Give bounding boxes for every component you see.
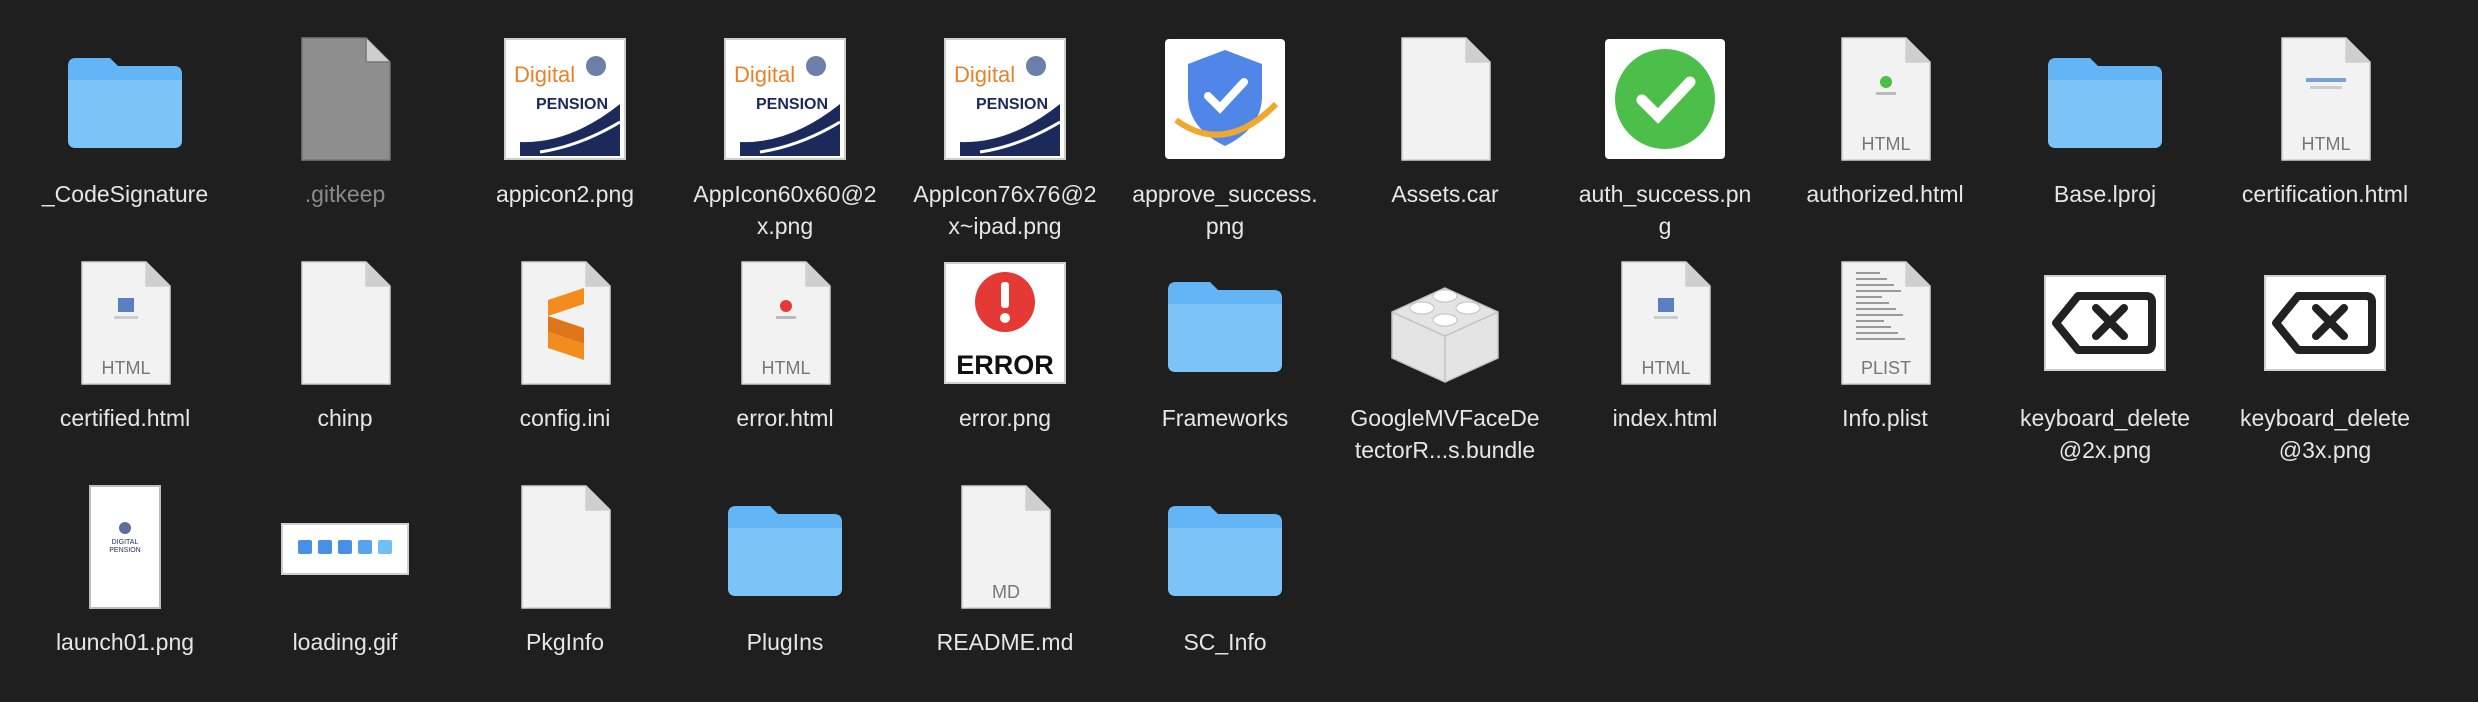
file-item-label: .gitkeep <box>304 181 386 207</box>
icon-caption: HTML <box>102 358 151 378</box>
icon-caption: ERROR <box>956 350 1054 380</box>
file-item[interactable]: .gitkeep <box>240 8 450 228</box>
file-item-label: SC_Info <box>1183 629 1267 655</box>
file-item[interactable]: Base.lproj <box>2000 8 2210 228</box>
file-item[interactable]: HTML certified.html <box>20 232 230 452</box>
file-item-label: Frameworks <box>1161 405 1289 431</box>
file-item[interactable]: config.ini <box>460 232 670 452</box>
file-item[interactable]: DIGITAL PENSION launch01.png <box>20 456 230 676</box>
file-item[interactable]: GoogleMVFaceDe tectorR...s.bundle <box>1340 232 1550 463</box>
file-item-label: launch01.png <box>55 629 195 655</box>
file-item-label: error.html <box>736 405 834 431</box>
document-icon <box>1380 34 1510 164</box>
file-item[interactable]: Digital PENSION AppIcon60x60@2 x.png <box>680 8 890 239</box>
document-icon <box>280 258 410 388</box>
digital-pension-logo-icon: Digital PENSION <box>500 34 630 164</box>
html-file-icon: HTML <box>1600 258 1730 388</box>
file-item[interactable]: loading.gif <box>240 456 450 676</box>
keyboard-delete-icon <box>2040 258 2170 388</box>
loading-dots-icon <box>280 482 410 612</box>
icon-caption: Digital <box>954 62 1015 87</box>
file-item[interactable]: HTML index.html <box>1560 232 1770 452</box>
file-item[interactable]: chinp <box>240 232 450 452</box>
file-item[interactable]: SC_Info <box>1120 456 1330 676</box>
file-item[interactable]: Digital PENSION appicon2.png <box>460 8 670 228</box>
file-item-label: _CodeSignature <box>41 181 209 207</box>
folder-icon <box>1160 258 1290 388</box>
file-item[interactable]: PLIST Info.plist <box>1780 232 1990 452</box>
icon-caption: HTML <box>762 358 811 378</box>
file-item-label: keyboard_delete @3x.png <box>2239 405 2411 463</box>
file-item-label: appicon2.png <box>495 181 635 207</box>
icon-caption: Digital <box>514 62 575 87</box>
file-item[interactable]: keyboard_delete @2x.png <box>2000 232 2210 463</box>
file-item[interactable]: HTML error.html <box>680 232 890 452</box>
launch-screen-icon: DIGITAL PENSION <box>60 482 190 612</box>
document-icon <box>500 482 630 612</box>
file-item-label: GoogleMVFaceDe tectorR...s.bundle <box>1350 405 1540 463</box>
file-item[interactable]: MD README.md <box>900 456 1110 676</box>
file-item[interactable]: _CodeSignature <box>20 8 230 228</box>
error-image-icon: ERROR <box>940 258 1070 388</box>
file-item-label: authorized.html <box>1806 181 1964 207</box>
folder-icon <box>2040 34 2170 164</box>
html-file-icon: HTML <box>60 258 190 388</box>
icon-caption: HTML <box>1862 134 1911 154</box>
file-item-label: Assets.car <box>1391 181 1499 207</box>
file-item-label: loading.gif <box>292 629 398 655</box>
icon-caption: Digital <box>734 62 795 87</box>
file-item-label: error.png <box>958 405 1052 431</box>
file-item[interactable]: HTML certification.html <box>2220 8 2430 228</box>
folder-icon <box>1160 482 1290 612</box>
file-item[interactable]: PkgInfo <box>460 456 670 676</box>
icon-caption: HTML <box>2302 134 2351 154</box>
file-item-label: Info.plist <box>1842 405 1928 431</box>
icon-caption: DIGITAL <box>112 539 139 546</box>
file-item-label: keyboard_delete @2x.png <box>2019 405 2191 463</box>
icon-caption: PLIST <box>1861 358 1911 378</box>
bundle-lego-icon <box>1380 258 1510 388</box>
markdown-file-icon: MD <box>940 482 1070 612</box>
html-file-icon: HTML <box>1820 34 1950 164</box>
shield-check-icon <box>1160 34 1290 164</box>
finder-icon-grid: _CodeSignature .gitkeep Digital PENSION … <box>0 0 2478 702</box>
icon-caption: HTML <box>1642 358 1691 378</box>
file-item[interactable]: PlugIns <box>680 456 890 676</box>
file-item[interactable]: Frameworks <box>1120 232 1330 452</box>
file-item[interactable]: HTML authorized.html <box>1780 8 1990 228</box>
file-item-label: PlugIns <box>746 629 824 655</box>
file-item[interactable]: approve_success. png <box>1120 8 1330 239</box>
file-item-label: certification.html <box>2241 181 2409 207</box>
file-item[interactable]: auth_success.pn g <box>1560 8 1770 239</box>
file-item[interactable]: ERROR error.png <box>900 232 1110 452</box>
icon-caption: PENSION <box>756 96 828 113</box>
html-file-icon: HTML <box>2260 34 2390 164</box>
green-checkmark-icon <box>1600 34 1730 164</box>
file-item-label: chinp <box>317 405 373 431</box>
file-item-label: certified.html <box>59 405 191 431</box>
file-item-label: index.html <box>1612 405 1718 431</box>
plist-file-icon: PLIST <box>1820 258 1950 388</box>
icon-caption: MD <box>992 582 1020 602</box>
file-item-label: README.md <box>936 629 1074 655</box>
html-file-icon: HTML <box>720 258 850 388</box>
file-item[interactable]: Digital PENSION AppIcon76x76@2 x~ipad.pn… <box>900 8 1110 239</box>
sublime-text-icon <box>500 258 630 388</box>
keyboard-delete-icon <box>2260 258 2390 388</box>
file-item-label: Base.lproj <box>2053 181 2157 207</box>
digital-pension-logo-icon: Digital PENSION <box>720 34 850 164</box>
hidden-file-icon <box>280 34 410 164</box>
file-item-label: config.ini <box>519 405 611 431</box>
folder-icon <box>720 482 850 612</box>
icon-caption: PENSION <box>536 96 608 113</box>
file-item[interactable]: Assets.car <box>1340 8 1550 228</box>
icon-caption: PENSION <box>109 547 141 554</box>
file-item-label: PkgInfo <box>526 629 604 655</box>
file-item[interactable]: keyboard_delete @3x.png <box>2220 232 2430 463</box>
digital-pension-logo-icon: Digital PENSION <box>940 34 1070 164</box>
folder-icon <box>60 34 190 164</box>
icon-caption: PENSION <box>976 96 1048 113</box>
